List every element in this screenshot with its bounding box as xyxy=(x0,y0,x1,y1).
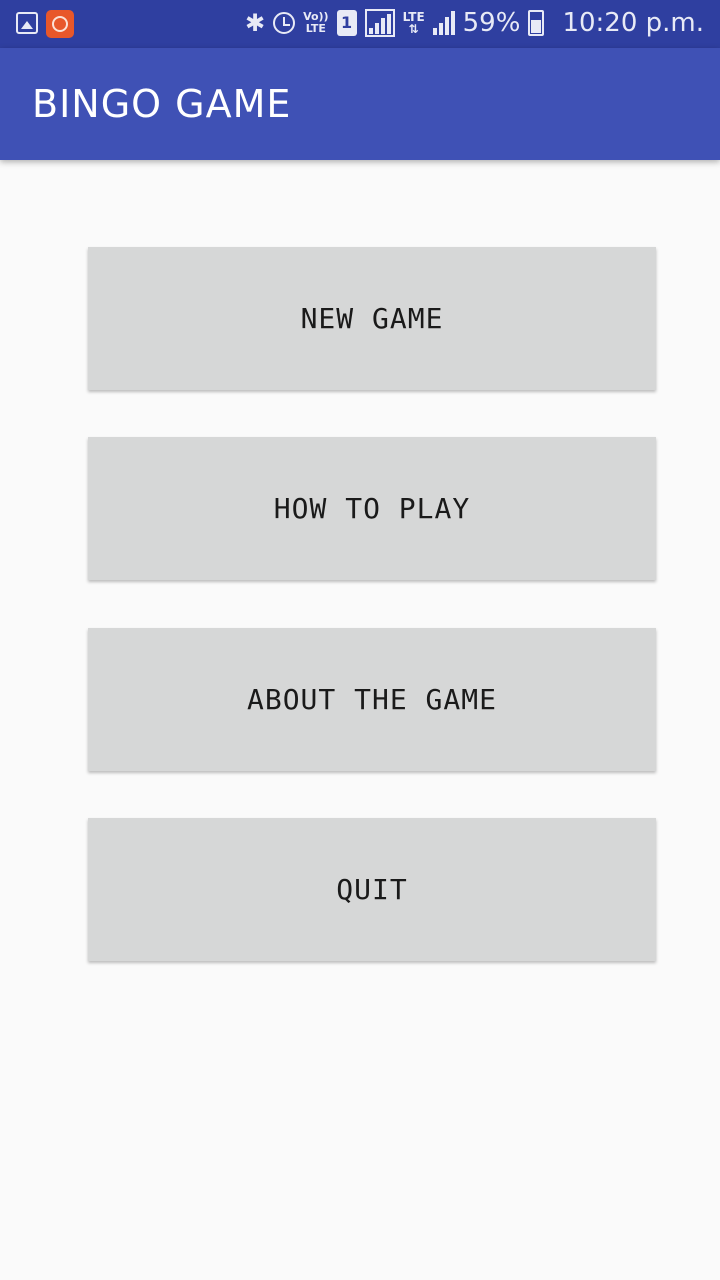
new-game-button[interactable]: NEW GAME xyxy=(88,247,656,390)
status-clock: 10:20 p.m. xyxy=(562,8,704,38)
app-notification-icon xyxy=(46,10,74,38)
lte-label: LTE xyxy=(402,10,425,24)
app-title: BINGO GAME xyxy=(32,82,292,126)
alarm-icon xyxy=(273,12,296,34)
battery-percent: 59% xyxy=(462,8,521,38)
signal-icon xyxy=(432,11,455,35)
notification-area xyxy=(16,10,74,38)
battery-icon xyxy=(528,10,545,36)
app-bar: BINGO GAME xyxy=(0,48,720,160)
how-to-play-button[interactable]: HOW TO PLAY xyxy=(88,437,656,580)
signal-icon xyxy=(364,9,395,37)
quit-button[interactable]: QUIT xyxy=(88,818,656,961)
status-bar: ✱ Vo)) LTE 1 LTE ⇅ 59% 10:20 p.m. xyxy=(0,0,720,48)
bluetooth-icon: ✱ xyxy=(244,9,266,37)
gallery-icon xyxy=(16,12,38,34)
volte-icon: Vo)) LTE xyxy=(303,11,329,35)
about-the-game-button[interactable]: ABOUT THE GAME xyxy=(88,628,656,771)
volte-bottom-label: LTE xyxy=(305,22,326,35)
sim1-icon: 1 xyxy=(336,10,357,36)
lte-icon: LTE ⇅ xyxy=(402,10,425,36)
system-tray: ✱ Vo)) LTE 1 LTE ⇅ 59% 10:20 p.m. xyxy=(245,8,704,38)
